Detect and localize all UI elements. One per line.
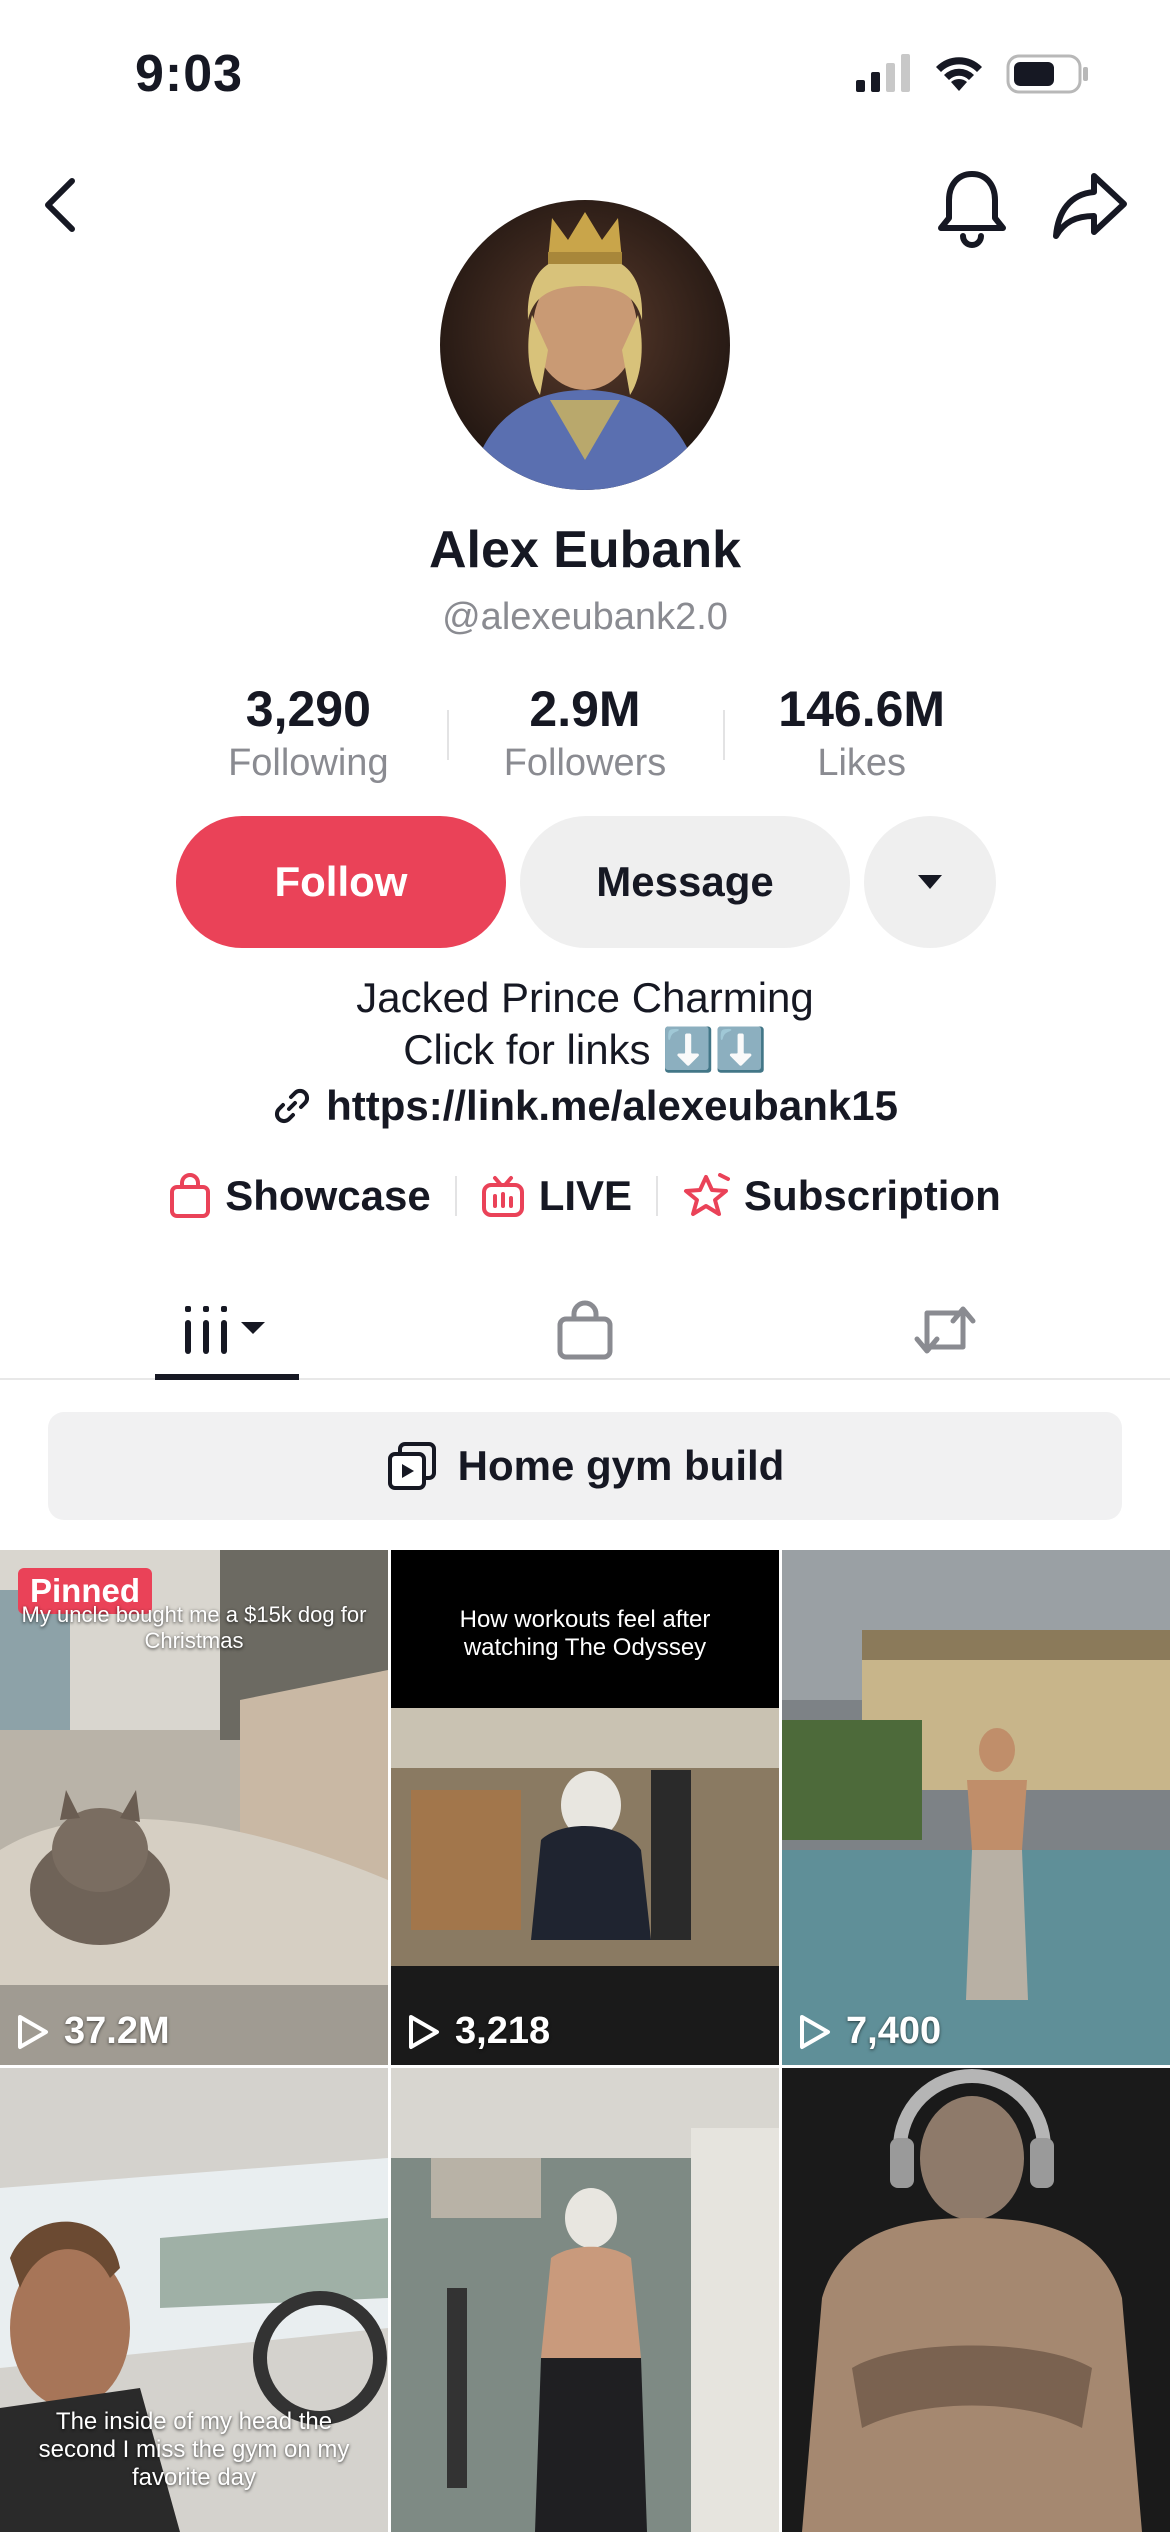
video-grid-icon [185, 1306, 265, 1354]
live-shortcut[interactable]: LIVE [457, 1172, 656, 1220]
profile-stats: 3,290 Following 2.9M Followers 146.6M Li… [170, 680, 1000, 790]
profile-bio: Jacked Prince Charming Click for links ⬇… [0, 972, 1170, 1076]
playlist-label: Home gym build [457, 1442, 785, 1489]
bio-link[interactable]: https://link.me/alexeubank15 [0, 1082, 1170, 1130]
video-thumbnail [782, 2068, 1170, 2532]
status-time: 9:03 [135, 45, 244, 103]
stat-following[interactable]: 3,290 Following [170, 680, 447, 790]
play-icon [409, 2014, 439, 2049]
showcase-shortcut[interactable]: Showcase [145, 1172, 454, 1220]
video-thumbnail [782, 1550, 1170, 2065]
view-count-text: 3,218 [455, 2010, 551, 2052]
share-arrow-icon [1053, 173, 1127, 239]
repost-icon [914, 1306, 976, 1354]
profile-shortcuts: Showcase LIVE Subscription [0, 1172, 1170, 1220]
video-tile[interactable]: Pinned My uncle bought me a $15k dog for… [0, 1550, 388, 2065]
play-icon [800, 2014, 830, 2049]
view-count-text: 37.2M [64, 2010, 170, 2052]
stat-value: 2.9M [529, 681, 641, 737]
avatar[interactable] [440, 200, 730, 490]
view-count: 3,218 [407, 2010, 550, 2053]
video-tile[interactable] [391, 2068, 779, 2532]
view-count: 7,400 [798, 2010, 941, 2053]
profile-actions: Follow Message [176, 816, 996, 948]
stat-label: Followers [503, 742, 667, 784]
link-icon [275, 1088, 310, 1124]
follow-button[interactable]: Follow [176, 816, 506, 948]
video-caption: My uncle bought me a $15k dog for Christ… [21, 1602, 367, 1653]
profile-name: Alex Eubank [428, 521, 742, 579]
status-bar: 9:03 [0, 0, 1170, 150]
live-tv-icon [481, 1176, 524, 1217]
video-tile[interactable]: How workouts feel after watching The Ody… [391, 1550, 779, 2065]
video-grid: Pinned My uncle bought me a $15k dog for… [0, 1550, 1170, 2532]
view-count-text: 7,400 [846, 2010, 942, 2052]
stat-likes[interactable]: 146.6M Likes [723, 680, 1000, 790]
video-caption: How workouts feel after watching The Ody… [459, 1606, 711, 1661]
stat-followers[interactable]: 2.9M Followers [446, 680, 724, 790]
subscription-label: Subscription [744, 1172, 1001, 1219]
video-caption: The inside of my head the second I miss … [38, 2408, 350, 2491]
video-tile[interactable]: 7,400 [782, 1550, 1170, 2065]
status-icons [856, 54, 1090, 94]
bell-icon [938, 171, 1006, 248]
video-thumbnail [391, 2068, 779, 2532]
bio-line: Click for links ⬇️⬇️ [403, 1026, 767, 1073]
video-tile[interactable]: The inside of my head the second I miss … [0, 2068, 388, 2532]
live-label: LIVE [538, 1172, 633, 1219]
battery-icon [1006, 54, 1088, 94]
back-button[interactable] [30, 170, 90, 240]
tab-videos[interactable] [155, 1280, 299, 1380]
bio-line: Jacked Prince Charming [356, 974, 814, 1021]
avatar-image [440, 200, 730, 490]
subscription-shortcut[interactable]: Subscription [658, 1172, 1025, 1220]
playlist-button[interactable]: Home gym build [48, 1412, 1122, 1520]
bio-link-text: https://link.me/alexeubank15 [326, 1082, 898, 1129]
message-button[interactable]: Message [520, 816, 850, 948]
wifi-icon [936, 57, 982, 91]
play-icon [18, 2014, 48, 2049]
suggested-accounts-button[interactable] [864, 816, 996, 948]
signal-icon [856, 54, 910, 92]
playlist-icon [387, 1442, 436, 1490]
view-count: 37.2M [16, 2010, 170, 2053]
notification-bell-button[interactable] [935, 168, 1009, 248]
stat-value: 146.6M [778, 681, 946, 737]
profile-tabs [0, 1280, 1170, 1380]
video-tile[interactable] [782, 2068, 1170, 2532]
shopping-bag-icon [557, 1300, 613, 1360]
shopping-bag-icon [170, 1173, 211, 1218]
showcase-label: Showcase [225, 1172, 431, 1219]
tab-shop[interactable] [545, 1280, 625, 1380]
stat-divider [446, 710, 449, 760]
caret-down-icon [918, 875, 942, 889]
active-tab-indicator [155, 1374, 299, 1380]
stat-divider [723, 710, 726, 760]
chevron-left-icon [45, 178, 75, 232]
tab-reposts[interactable] [900, 1280, 990, 1380]
share-button[interactable] [1050, 170, 1130, 244]
stat-label: Likes [817, 742, 907, 784]
profile-handle: @alexeubank2.0 [442, 596, 728, 638]
star-badge-icon [684, 1173, 731, 1216]
stat-label: Following [228, 742, 389, 784]
stat-value: 3,290 [245, 681, 371, 737]
